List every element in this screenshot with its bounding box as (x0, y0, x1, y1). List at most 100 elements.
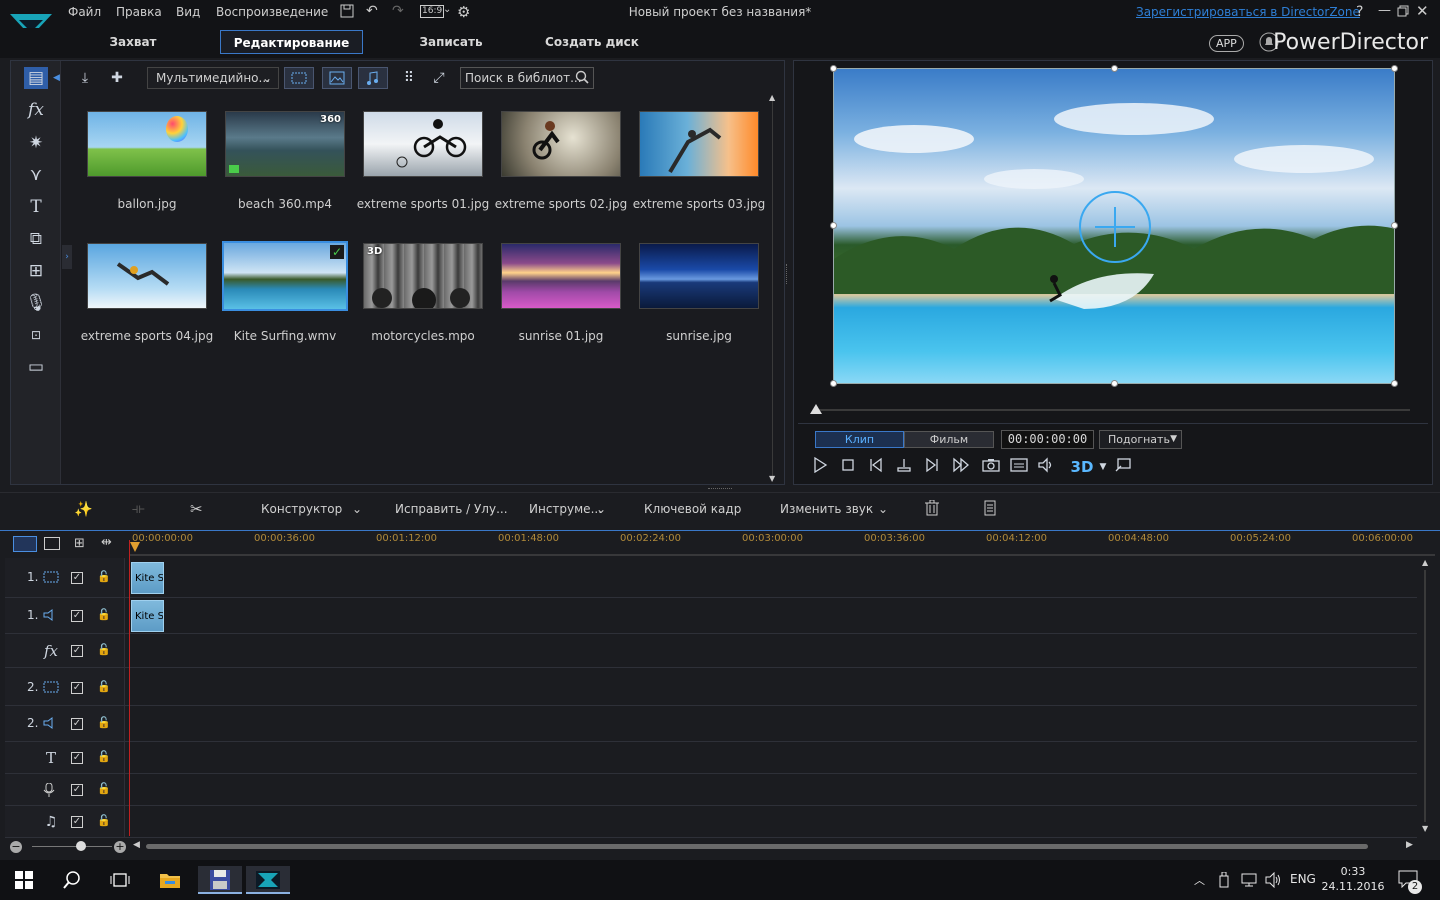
resize-handle[interactable] (1111, 65, 1118, 72)
file-explorer-icon[interactable] (148, 866, 192, 894)
storyboard-view-icon[interactable] (44, 537, 60, 550)
tab-produce[interactable]: Записать результат (384, 30, 518, 73)
save-icon[interactable] (340, 4, 354, 18)
tab-capture[interactable]: Захват (96, 30, 170, 54)
seek-thumb[interactable] (810, 404, 822, 414)
media-item[interactable]: sunrise.jpg (637, 243, 775, 363)
track-enable-checkbox[interactable]: ✓ (71, 610, 83, 622)
restore-icon[interactable] (1397, 5, 1409, 17)
menu-view[interactable]: Вид (176, 5, 200, 19)
fix-enhance-button[interactable]: Исправить / Улу... (395, 498, 508, 520)
menu-file[interactable]: Файл (68, 5, 101, 19)
usb-icon[interactable] (1218, 872, 1230, 888)
track-enable-checkbox[interactable]: ✓ (71, 784, 83, 796)
filter-image-button[interactable] (322, 67, 352, 89)
undock-preview-icon[interactable] (1114, 457, 1136, 477)
media-item[interactable]: ✓ Kite Surfing.wmv (222, 241, 361, 363)
media-item[interactable]: extreme sports 02.jpg (495, 111, 637, 231)
resize-handle[interactable] (830, 222, 837, 229)
filter-video-button[interactable] (284, 67, 314, 89)
audio-mix-room-icon[interactable]: ⊞ (24, 260, 48, 282)
chevron-down-icon[interactable]: ⌄ (443, 4, 451, 15)
chevron-down-icon[interactable]: ⌄ (878, 498, 888, 520)
media-item[interactable]: sunrise 01.jpg (499, 243, 637, 363)
timeline-vertical-scrollbar[interactable] (1424, 570, 1426, 822)
tab-create-disc[interactable]: Создать диск (540, 30, 644, 54)
track-enable-checkbox[interactable]: ✓ (71, 682, 83, 694)
zoom-out-icon[interactable]: − (10, 841, 22, 853)
resize-handle[interactable] (1111, 380, 1118, 387)
system-clock[interactable]: 0:33 24.11.2016 (1320, 864, 1386, 894)
timeline-ruler[interactable]: 00:00:00:00 00:00:36:00 00:01:12:00 00:0… (130, 530, 1435, 556)
task-view-icon[interactable] (98, 866, 142, 894)
powerdirector-taskbar-icon[interactable] (246, 866, 290, 894)
more-options-icon[interactable] (982, 500, 998, 522)
title-room-icon[interactable]: T (24, 196, 48, 218)
windows-start-icon[interactable] (2, 866, 46, 894)
lock-icon[interactable]: 🔓 (97, 609, 111, 621)
snapshot-camera-icon[interactable] (982, 457, 1004, 477)
triangle-down-icon[interactable]: ▼ (1092, 457, 1114, 477)
lock-icon[interactable]: 🔓 (97, 644, 111, 656)
zoom-slider[interactable] (32, 846, 112, 847)
help-button[interactable]: ? (1356, 4, 1363, 20)
track-enable-checkbox[interactable]: ✓ (71, 718, 83, 730)
scroll-down-icon[interactable]: ▼ (769, 474, 775, 483)
chevron-down-icon[interactable]: ⌄ (596, 498, 606, 520)
playhead-marker[interactable] (130, 542, 140, 552)
fit-timeline-icon[interactable]: ⇹ (101, 535, 112, 550)
resize-handle[interactable] (1391, 222, 1398, 229)
vertical-splitter[interactable] (786, 264, 790, 284)
media-item[interactable]: ballon.jpg (85, 111, 223, 231)
volume-icon[interactable] (1037, 457, 1059, 477)
previous-frame-icon[interactable] (868, 457, 890, 477)
panel-collapse-arrow-icon[interactable]: › (62, 245, 72, 269)
register-link[interactable]: Зарегистрироваться в DirectorZone (1136, 5, 1360, 19)
timeline-horizontal-scrollbar[interactable] (146, 844, 1368, 849)
timeline-view-icon[interactable] (13, 536, 37, 552)
filter-audio-button[interactable] (358, 67, 388, 89)
zoom-in-icon[interactable]: + (114, 841, 126, 853)
undo-icon[interactable]: ↶ (366, 3, 378, 19)
media-item[interactable]: 3D motorcycles.mpo (361, 243, 499, 363)
tools-button[interactable]: Инструме... (529, 498, 602, 520)
movie-mode-button[interactable]: Фильм (904, 431, 994, 448)
resize-handle[interactable] (1391, 65, 1398, 72)
lock-icon[interactable]: 🔓 (97, 783, 111, 795)
timeline-clip[interactable]: Kite S (131, 562, 164, 594)
clip-mode-button[interactable]: Клип (815, 431, 904, 448)
timeline-clip[interactable]: Kite S (131, 600, 164, 632)
redo-icon[interactable]: ↷ (392, 3, 404, 19)
chevron-down-icon[interactable]: ⌄ (352, 498, 362, 520)
lock-icon[interactable]: 🔓 (97, 815, 111, 827)
fast-forward-icon[interactable] (952, 457, 974, 477)
app-button[interactable]: APP (1209, 35, 1244, 52)
scroll-up-icon[interactable]: ▲ (1422, 558, 1428, 567)
resize-handle[interactable] (830, 380, 837, 387)
track-enable-checkbox[interactable]: ✓ (71, 816, 83, 828)
media-item[interactable]: extreme sports 03.jpg (633, 111, 775, 231)
track-manager-icon[interactable]: ⊞ (74, 536, 85, 551)
fullscreen-icon[interactable]: ⤢ (427, 67, 451, 89)
speaker-icon[interactable] (1264, 872, 1282, 888)
scissors-icon[interactable]: ✂ (190, 498, 203, 520)
grid-view-icon[interactable]: ⠿ (397, 67, 421, 89)
zoom-slider-thumb[interactable] (76, 841, 86, 851)
next-frame-icon[interactable] (924, 457, 946, 477)
particle-room-icon[interactable]: ⋎ (24, 164, 48, 186)
split-icon[interactable] (896, 457, 918, 477)
chapter-room-icon[interactable]: ⊡ (24, 324, 48, 346)
track-enable-checkbox[interactable]: ✓ (71, 752, 83, 764)
keyframe-button[interactable]: Ключевой кадр (644, 498, 741, 520)
designer-button[interactable]: Конструктор (261, 498, 342, 520)
search-icon[interactable] (50, 866, 94, 894)
media-content-dropdown[interactable]: Мультимедийно... ⌄ (147, 67, 279, 89)
resize-handle[interactable] (830, 65, 837, 72)
import-media-icon[interactable]: ⤓ (73, 67, 97, 89)
room-expand-arrow-icon[interactable]: ◀ (53, 73, 60, 83)
resize-handle[interactable] (1391, 380, 1398, 387)
media-item[interactable]: extreme sports 04.jpg (81, 243, 223, 363)
close-icon[interactable]: ✕ (1416, 2, 1429, 20)
subtitle-icon[interactable] (1010, 457, 1032, 477)
plugin-icon[interactable]: ✚ (105, 67, 129, 89)
